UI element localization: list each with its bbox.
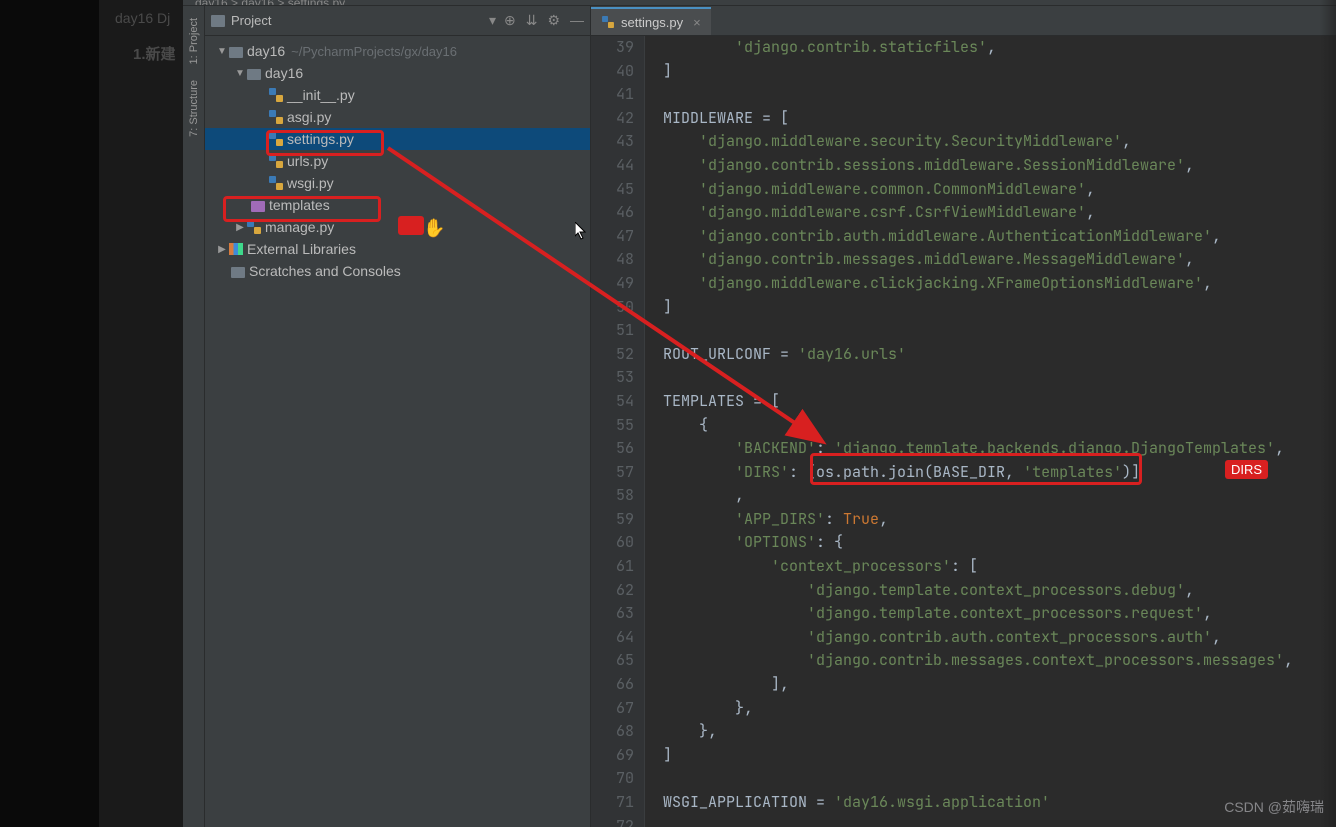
tab-label: settings.py xyxy=(621,15,683,30)
code-content[interactable]: 'django.contrib.staticfiles',]MIDDLEWARE… xyxy=(659,36,1336,827)
tree-file-asgi[interactable]: asgi.py xyxy=(205,106,590,128)
tree-file-label: urls.py xyxy=(287,153,328,169)
watermark: CSDN @茹嗨瑞 xyxy=(1224,797,1324,817)
python-file-icon xyxy=(269,110,283,124)
collapse-all-icon[interactable]: ⇊ xyxy=(526,12,538,29)
tree-root-label: day16 xyxy=(247,43,285,59)
python-file-icon xyxy=(269,154,283,168)
project-tree[interactable]: ▼ day16 ~/PycharmProjects/gx/day16 ▼ day… xyxy=(205,36,590,286)
target-icon[interactable]: ⊕ xyxy=(504,12,516,29)
close-icon[interactable]: × xyxy=(693,15,701,30)
tree-pkg[interactable]: ▼ day16 xyxy=(205,62,590,84)
fold-gutter[interactable] xyxy=(645,36,659,827)
python-file-icon xyxy=(602,16,614,28)
folder-open-icon xyxy=(229,47,243,58)
tree-file-wsgi[interactable]: wsgi.py xyxy=(205,172,590,194)
expand-arrow-icon[interactable]: ▶ xyxy=(233,222,247,233)
tree-file-label: __init__.py xyxy=(287,87,355,103)
python-file-icon xyxy=(247,220,261,234)
editor-area: settings.py × 39404142434445464748495051… xyxy=(591,6,1336,827)
tree-file-settings[interactable]: settings.py xyxy=(205,128,590,150)
scratches-icon xyxy=(231,267,245,278)
left-background-strip xyxy=(0,0,99,827)
templates-folder-icon xyxy=(251,201,265,212)
background-doc-heading: 1.新建 xyxy=(133,43,176,64)
left-tool-strip: 1: Project 7: Structure xyxy=(183,6,205,827)
python-file-icon xyxy=(269,132,283,146)
tree-file-urls[interactable]: urls.py xyxy=(205,150,590,172)
line-gutter: 3940414243444546474849505152535455565758… xyxy=(591,36,645,827)
chevron-down-icon[interactable]: ▾ xyxy=(489,12,496,29)
tree-root[interactable]: ▼ day16 ~/PycharmProjects/gx/day16 xyxy=(205,40,590,62)
tree-scratches-label: Scratches and Consoles xyxy=(249,263,401,279)
tree-file-label: wsgi.py xyxy=(287,175,334,191)
tree-root-hint: ~/PycharmProjects/gx/day16 xyxy=(291,44,457,59)
project-header[interactable]: Project ▾ ⊕ ⇊ ⚙ — xyxy=(205,6,590,36)
hide-icon[interactable]: — xyxy=(570,12,584,29)
tree-file-label: settings.py xyxy=(287,131,354,147)
project-folder-icon xyxy=(211,15,225,27)
project-title: Project xyxy=(231,13,489,28)
ide-window: day16 > day16 > settings.py 1: Project 7… xyxy=(183,0,1336,827)
expand-arrow-icon[interactable]: ▼ xyxy=(215,46,229,57)
expand-arrow-icon[interactable]: ▼ xyxy=(233,68,247,79)
tree-external-label: External Libraries xyxy=(247,241,356,257)
gear-icon[interactable]: ⚙ xyxy=(547,12,560,29)
tree-external[interactable]: ▶ External Libraries xyxy=(205,238,590,260)
python-file-icon xyxy=(269,88,283,102)
tree-file-label: asgi.py xyxy=(287,109,331,125)
tree-manage[interactable]: ▶ manage.py xyxy=(205,216,590,238)
expand-arrow-icon[interactable]: ▶ xyxy=(215,244,229,255)
tab-settings[interactable]: settings.py × xyxy=(591,7,711,35)
code-editor[interactable]: 3940414243444546474849505152535455565758… xyxy=(591,36,1336,827)
tree-file-init[interactable]: __init__.py xyxy=(205,84,590,106)
tree-templates-label: templates xyxy=(269,197,330,213)
tab-bar: settings.py × xyxy=(591,6,1336,36)
tree-templates[interactable]: templates xyxy=(205,194,590,216)
tree-manage-label: manage.py xyxy=(265,219,334,235)
python-file-icon xyxy=(269,176,283,190)
tree-scratches[interactable]: Scratches and Consoles xyxy=(205,260,590,282)
tool-structure[interactable]: 7: Structure xyxy=(188,80,200,137)
tree-pkg-label: day16 xyxy=(265,65,303,81)
project-pane: Project ▾ ⊕ ⇊ ⚙ — ▼ day16 ~/PycharmProje… xyxy=(205,6,591,827)
background-doc-title: day16 Dj xyxy=(115,10,170,26)
tool-project[interactable]: 1: Project xyxy=(188,18,200,64)
folder-open-icon xyxy=(247,69,261,80)
library-icon xyxy=(229,243,243,255)
